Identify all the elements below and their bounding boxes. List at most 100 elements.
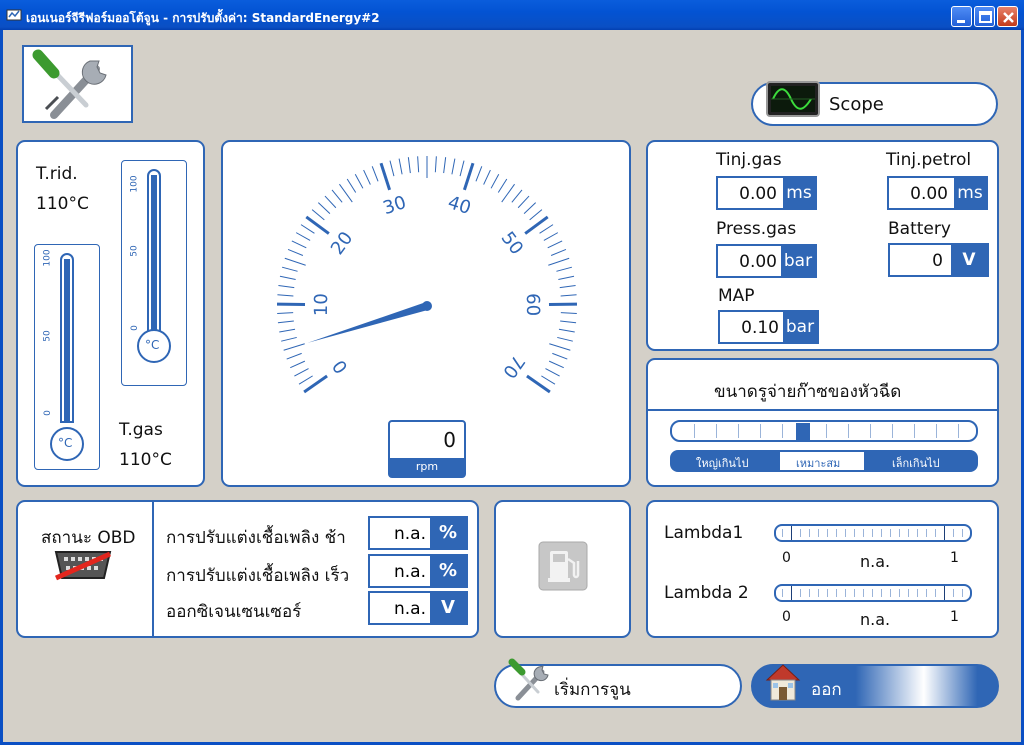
lambda-tick <box>809 589 810 597</box>
lambda-tick <box>845 529 846 537</box>
lambda-tick <box>917 589 918 597</box>
gauge-tick <box>389 160 395 177</box>
rpm-display: 0 rpm <box>388 420 466 478</box>
obd-row-label: การปรับแต่งเชื้อเพลิง ช้า <box>166 528 346 548</box>
lambda-min: 0 <box>782 609 791 625</box>
obd-row-unit: % <box>430 518 466 548</box>
lambda-max: 1 <box>950 550 959 566</box>
gauge-tick <box>279 328 296 333</box>
lambda-panel: Lambda1 0 n.a. 1 Lambda 2 0 n.a. 1 <box>646 500 999 638</box>
reducer-thermometer: 100 50 0 °C <box>121 160 187 386</box>
gauge-label: 20 <box>327 228 357 259</box>
gauge-label: 30 <box>381 192 409 219</box>
battery-label: Battery <box>888 219 951 239</box>
lambda-tick <box>827 529 828 537</box>
lambda-tick <box>782 589 783 597</box>
obd-status-label: สถานะ OBD <box>41 528 136 548</box>
title-bar[interactable]: เอนเนอร์จีรีฟอร์มออโต้จูน - การปรับตั้งค… <box>0 0 1024 30</box>
app-icon <box>6 9 22 21</box>
start-tuning-button[interactable]: เริ่มการจูน <box>494 658 742 708</box>
lambda-value: n.a. <box>860 552 891 571</box>
window-frame-left <box>0 30 3 745</box>
maximize-button[interactable] <box>974 6 995 27</box>
maximize-icon <box>979 11 992 23</box>
lambda-tick <box>962 589 963 597</box>
gauge-tick <box>379 162 392 191</box>
gauge-tick <box>490 174 500 189</box>
minimize-icon <box>957 20 965 23</box>
lambda-max: 1 <box>950 609 959 625</box>
close-button[interactable] <box>997 6 1018 27</box>
gauge-tick <box>529 209 543 221</box>
thermo-fill <box>151 175 157 332</box>
lambda-tick <box>881 589 882 597</box>
lambda-tick <box>935 589 936 597</box>
exit-button[interactable]: ออก <box>751 664 999 708</box>
gauge-tick <box>547 240 563 249</box>
lambda-tick <box>827 589 828 597</box>
minimize-button[interactable] <box>951 6 972 27</box>
gauge-tick <box>398 158 403 175</box>
temperature-panel: T.rid. 110°C 100 50 0 °C 100 50 0 °C T.g… <box>16 140 205 487</box>
gauge-tick <box>451 158 456 175</box>
lambda-tick <box>872 589 873 597</box>
gauge-tick <box>346 178 357 193</box>
thermo-bulb: °C <box>137 329 171 363</box>
gauge-tick <box>517 195 530 209</box>
gauge-tick <box>560 312 577 314</box>
scope-label: Scope <box>829 94 884 115</box>
press-gas-value: 0.00 <box>739 252 777 272</box>
obd-row-value: n.a. <box>394 524 426 544</box>
lambda-tick <box>854 529 855 537</box>
gauge-label: 60 <box>522 293 543 316</box>
gauge-tick <box>287 248 304 256</box>
gauge-tick <box>548 257 570 266</box>
injector-option-ok: เหมาะสม <box>796 457 841 470</box>
gauge-tick <box>523 202 537 215</box>
thermo-bulb: °C <box>50 427 84 461</box>
lambda-tick <box>944 526 945 540</box>
gauge-tick <box>295 232 311 241</box>
gauge-tick <box>417 156 420 173</box>
tinj-petrol-field: 0.00 ms <box>887 176 988 210</box>
gauge-tick <box>281 336 297 342</box>
lambda-tick <box>953 529 954 537</box>
tinj-gas-unit: ms <box>783 178 815 208</box>
window-title: เอนเนอร์จีรีฟอร์มออโต้จูน - การปรับตั้งค… <box>26 11 380 25</box>
readings-panel: Tinj.gas 0.00 ms Tinj.petrol 0.00 ms Pre… <box>646 140 999 351</box>
lambda-tick <box>800 589 801 597</box>
gauge-tick <box>363 169 371 185</box>
lambda-tick <box>809 529 810 537</box>
gauge-tick <box>277 320 294 324</box>
lambda-tick <box>890 589 891 597</box>
obd-row-field: n.a. V <box>368 591 468 625</box>
injector-title: ขนาดรูจ่ายก๊าซของหัวฉีด <box>714 382 902 402</box>
injector-tick <box>870 424 871 438</box>
gauge-tick <box>283 343 305 351</box>
reducer-temp-label: T.rid. <box>36 164 78 184</box>
lambda-tick <box>818 589 819 597</box>
lambda-tick <box>854 589 855 597</box>
thermo-tick-100: 100 <box>42 249 53 267</box>
settings-button[interactable] <box>22 45 133 123</box>
lambda-tick <box>800 529 801 537</box>
gauge-tick <box>558 328 575 333</box>
injector-tick <box>760 424 761 438</box>
lambda-tick <box>872 529 873 537</box>
gauge-tick <box>281 266 298 272</box>
lambda-tick <box>791 526 792 540</box>
scope-button[interactable]: Scope <box>751 81 998 126</box>
gauge-tick <box>371 166 379 182</box>
thermo-unit: °C <box>145 338 160 352</box>
tinj-gas-label: Tinj.gas <box>716 150 782 170</box>
gauge-label: 50 <box>497 228 527 259</box>
rpm-gauge-panel: 0 10 20 30 40 50 60 70 0 rpm <box>221 140 631 487</box>
gauge-tick <box>558 275 575 280</box>
gauge-tick <box>284 257 306 266</box>
injector-tick <box>914 424 915 438</box>
gauge-tick <box>317 202 331 215</box>
gauge-tick <box>462 162 475 191</box>
gauge-tick <box>324 195 337 209</box>
rpm-value: 0 <box>443 428 456 452</box>
rpm-unit: rpm <box>415 460 439 473</box>
